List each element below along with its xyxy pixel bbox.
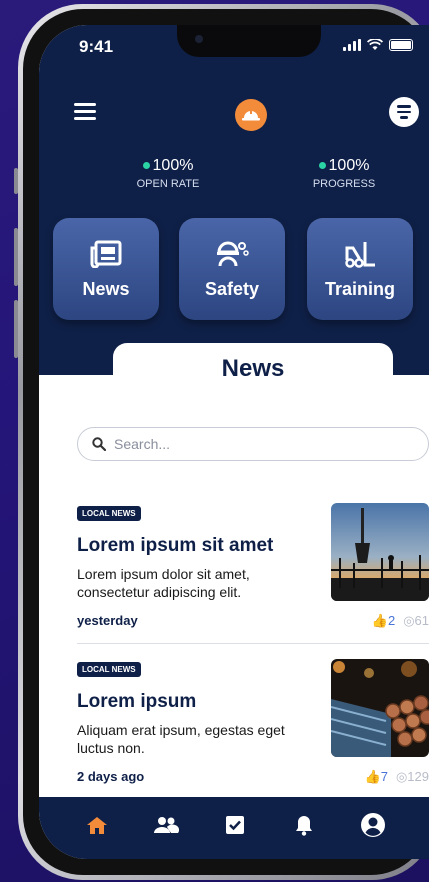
likes-count: 👍2: [371, 613, 396, 628]
account-icon[interactable]: [359, 811, 387, 839]
forklift-icon: [345, 242, 375, 268]
progress-value: 100%: [328, 157, 370, 174]
article-description: Lorem ipsum dolor sit amet, consectetur …: [77, 566, 250, 600]
hardhat-logo-icon: [235, 99, 267, 131]
bottom-tab-bar: [39, 797, 429, 859]
progress-label: PROGRESS: [312, 178, 376, 190]
battery-icon: [389, 39, 413, 51]
status-dot: [318, 162, 326, 170]
article-divider: [77, 643, 429, 644]
notch: [177, 25, 321, 57]
tile-news[interactable]: News: [53, 218, 159, 320]
search-icon: [92, 437, 106, 451]
status-icons: [343, 39, 413, 51]
status-dot: [142, 162, 150, 170]
chat-icon[interactable]: [389, 97, 419, 127]
safety-worker-icon: [217, 241, 249, 267]
status-time: 9:41: [79, 37, 114, 56]
checkbox-icon[interactable]: [221, 811, 249, 839]
open-rate-stat: 100% OPEN RATE: [103, 157, 233, 190]
open-rate-value: 100%: [152, 157, 194, 174]
signal-icon: [343, 39, 361, 51]
article-time: 2 days ago: [77, 769, 145, 784]
tile-safety[interactable]: Safety: [179, 218, 285, 320]
tile-training-label: Training: [324, 279, 395, 299]
newspaper-icon: [90, 240, 122, 269]
article-card[interactable]: LOCAL NEWS Lorem ipsum sit amet Lorem ip…: [77, 503, 429, 633]
article-stats: 👍2 ◎61: [372, 613, 429, 629]
views-count: ◎61: [403, 613, 429, 628]
tile-news-label: News: [82, 279, 130, 299]
article-time: yesterday: [77, 613, 138, 628]
bell-icon[interactable]: [290, 811, 318, 839]
tile-safety-label: Safety: [204, 279, 260, 299]
wifi-icon: [367, 39, 383, 50]
phone-frame: 9:41 100% OPEN RATE 100% PROGRESS News S…: [18, 4, 429, 880]
article-description: Aliquam erat ipsum, egestas eget luctus …: [77, 722, 285, 756]
people-icon[interactable]: [152, 811, 180, 839]
article-thumbnail[interactable]: [331, 659, 429, 757]
views-count: ◎129: [395, 769, 429, 784]
section-title: News: [113, 343, 393, 395]
category-badge: LOCAL NEWS: [77, 662, 141, 677]
tile-training[interactable]: Training: [307, 218, 413, 320]
category-badge: LOCAL NEWS: [77, 506, 141, 521]
hamburger-menu-icon[interactable]: [74, 103, 96, 124]
progress-stat: 100% PROGRESS: [279, 157, 409, 190]
likes-count: 👍7: [364, 769, 388, 784]
article-card[interactable]: LOCAL NEWS Lorem ipsum Aliquam erat ipsu…: [77, 659, 429, 789]
open-rate-label: OPEN RATE: [136, 178, 200, 190]
app-header: 9:41 100% OPEN RATE 100% PROGRESS News S…: [39, 25, 429, 375]
home-icon[interactable]: [83, 811, 111, 839]
article-thumbnail[interactable]: [331, 503, 429, 601]
article-stats: 👍7 ◎129: [365, 769, 429, 785]
search-input[interactable]: [114, 436, 394, 452]
search-bar[interactable]: [77, 427, 429, 461]
app-screen: 9:41 100% OPEN RATE 100% PROGRESS News S…: [39, 25, 429, 859]
